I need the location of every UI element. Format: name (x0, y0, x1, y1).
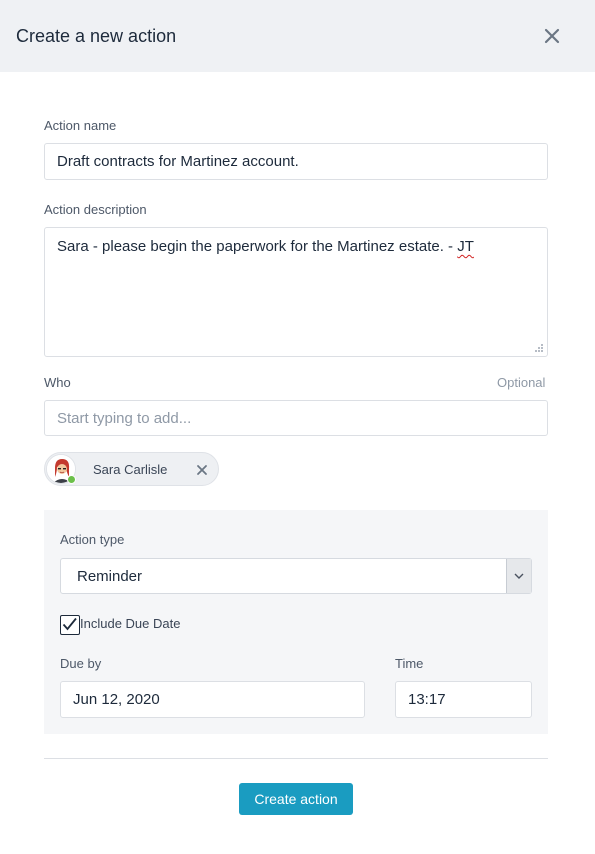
action-name-input[interactable]: Draft contracts for Martinez account. (44, 143, 548, 180)
person-chip[interactable]: Sara Carlisle (44, 452, 219, 486)
time-value: 13:17 (408, 691, 446, 708)
time-label: Time (395, 656, 424, 671)
resize-grip-icon[interactable] (534, 343, 544, 353)
action-type-value: Reminder (77, 568, 143, 585)
who-input[interactable]: Start typing to add... (44, 400, 548, 436)
action-type-label: Action type (60, 532, 125, 547)
dialog-header: Create a new action (0, 0, 595, 72)
close-icon[interactable] (543, 27, 561, 45)
dialog-title: Create a new action (16, 26, 177, 46)
due-by-label: Due by (60, 656, 102, 671)
who-placeholder: Start typing to add... (57, 409, 192, 427)
action-name-label: Action name (44, 118, 117, 133)
action-description-textarea[interactable]: Sara - please begin the paperwork for th… (44, 227, 548, 357)
footer-divider (44, 758, 548, 759)
misspelled-word: JT (457, 238, 474, 255)
action-type-select[interactable]: Reminder (60, 558, 532, 594)
close-icon[interactable] (196, 464, 208, 476)
checkmark-icon (62, 617, 77, 631)
online-status-indicator (67, 475, 76, 484)
person-chip-name: Sara Carlisle (93, 462, 168, 477)
due-by-input[interactable]: Jun 12, 2020 (60, 681, 365, 718)
action-description-label: Action description (44, 202, 147, 217)
action-name-value: Draft contracts for Martinez account. (57, 153, 299, 170)
chevron-down-icon[interactable] (506, 559, 531, 593)
action-type-panel: Action type Reminder Include Due Date Du… (44, 510, 548, 734)
due-by-value: Jun 12, 2020 (73, 691, 160, 708)
include-due-date-checkbox[interactable] (60, 615, 80, 635)
time-input[interactable]: 13:17 (395, 681, 532, 718)
include-due-date-label: Include Due Date (80, 616, 181, 631)
action-description-text: Sara - please begin the paperwork for th… (57, 238, 458, 255)
optional-hint: Optional (497, 375, 546, 390)
create-action-button[interactable]: Create action (239, 783, 353, 815)
who-label: Who (44, 375, 71, 390)
